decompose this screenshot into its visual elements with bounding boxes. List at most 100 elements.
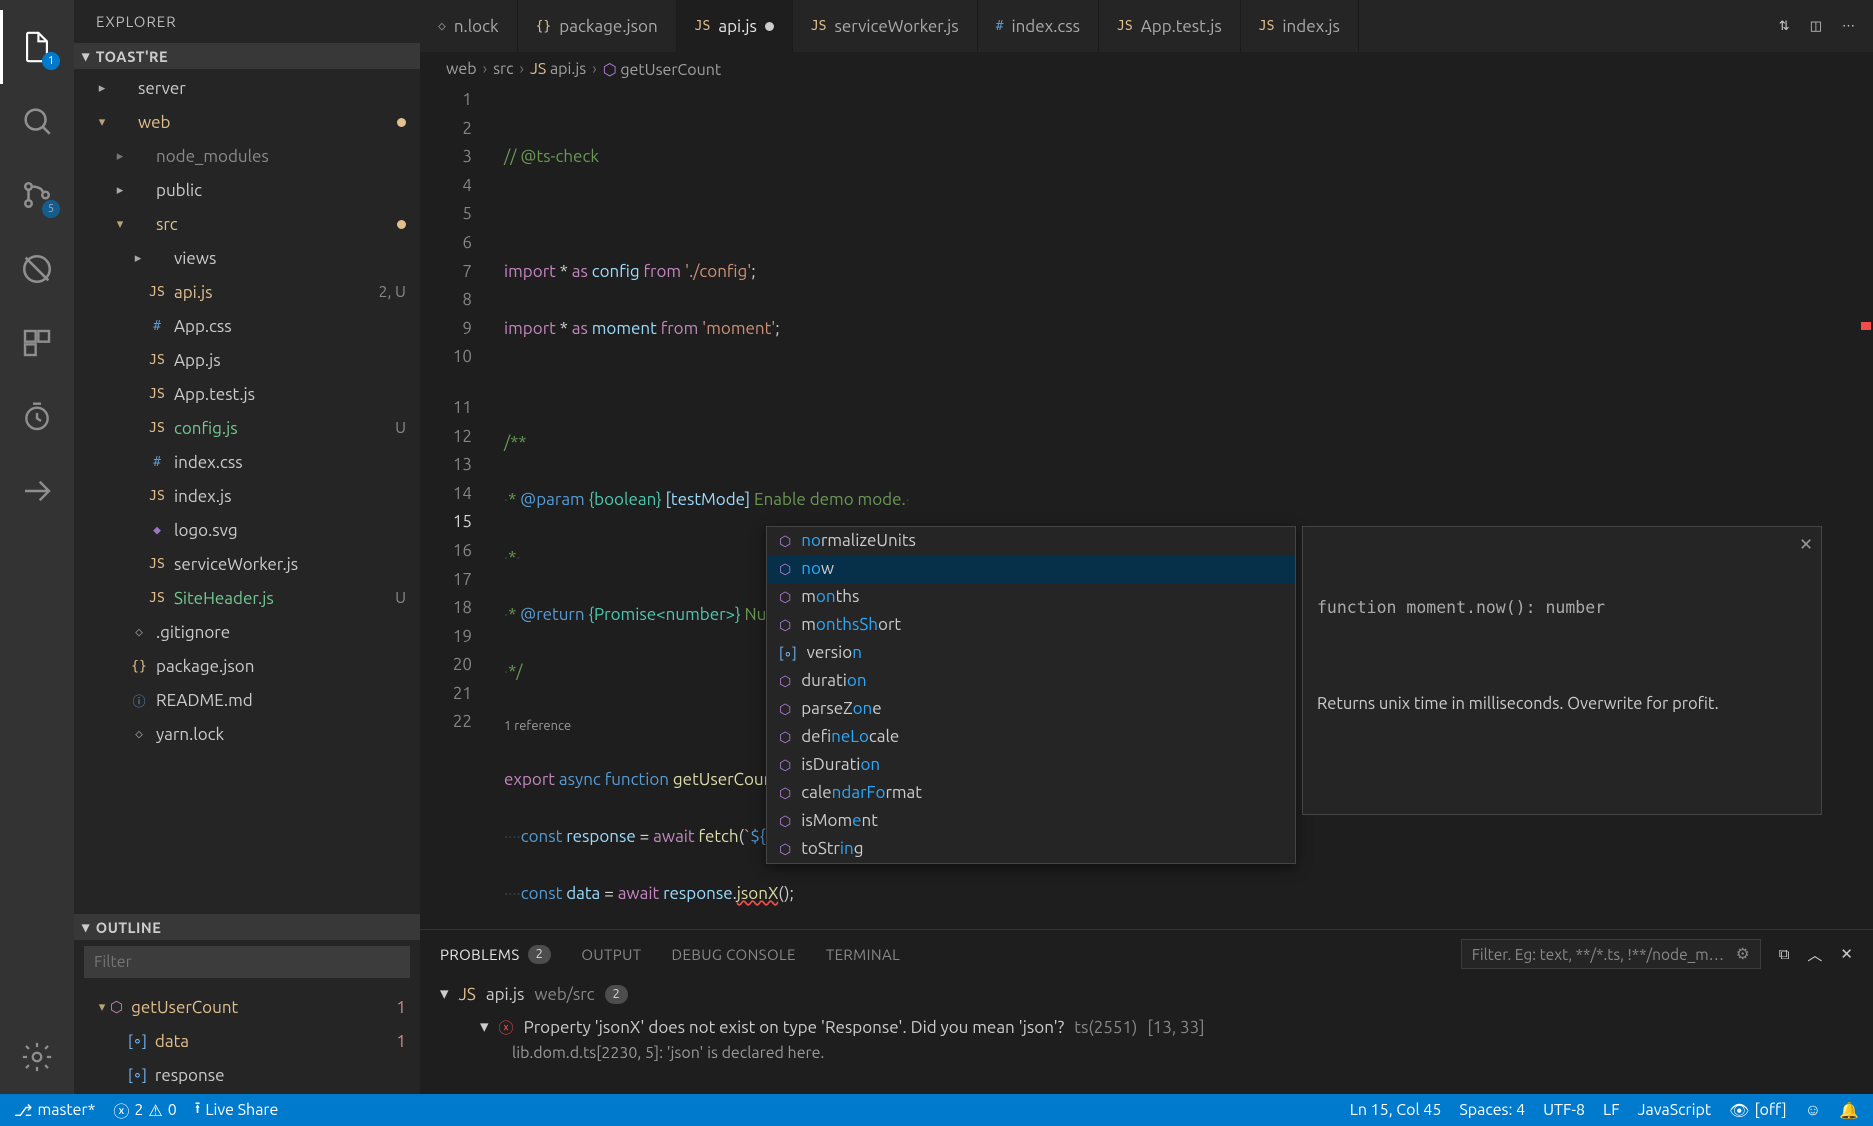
suggest-item-calendarFormat[interactable]: ⬡calendarFormat (767, 779, 1295, 807)
tree-item-web[interactable]: web (74, 105, 420, 139)
tree-item-index-css[interactable]: #index.css (74, 445, 420, 479)
close-icon[interactable]: ✕ (1840, 945, 1853, 963)
status-scope[interactable]: 👁 [off] (1729, 1101, 1787, 1120)
breadcrumb-part[interactable]: web (446, 60, 477, 78)
chevron-up-icon[interactable]: ︿ (1807, 944, 1822, 965)
suggest-item-defineLocale[interactable]: ⬡defineLocale (767, 723, 1295, 751)
breadcrumb[interactable]: web›src›JS api.js›⬡ getUserCount (420, 52, 1873, 86)
tree-item-SiteHeader-js[interactable]: JSSiteHeader.jsU (74, 581, 420, 615)
tree-item-index-js[interactable]: JSindex.js (74, 479, 420, 513)
suggest-item-monthsShort[interactable]: ⬡monthsShort (767, 611, 1295, 639)
tree-item-api-js[interactable]: JSapi.js2, U (74, 275, 420, 309)
panel-tab-output[interactable]: OUTPUT (581, 946, 641, 963)
tab-serviceWorker-js[interactable]: JSserviceWorker.js (793, 0, 978, 52)
panel-tab-problems[interactable]: PROBLEMS 2 (440, 945, 551, 964)
compare-icon[interactable]: ⇅ (1779, 19, 1790, 34)
tree-item-serviceWorker-js[interactable]: JSserviceWorker.js (74, 547, 420, 581)
breadcrumb-part[interactable]: ⬡ getUserCount (603, 60, 721, 79)
tree-item-views[interactable]: views (74, 241, 420, 275)
info-icon: ⓘ (128, 691, 150, 710)
explorer-badge: 1 (42, 52, 60, 70)
method-icon: ⬡ (779, 527, 791, 556)
tree-item-server[interactable]: server (74, 71, 420, 105)
activity-timer[interactable] (0, 380, 74, 454)
status-encoding[interactable]: UTF-8 (1543, 1101, 1585, 1119)
panel: PROBLEMS 2 OUTPUT DEBUG CONSOLE TERMINAL Fi… (420, 929, 1873, 1094)
activity-scm[interactable]: 5 (0, 158, 74, 232)
suggest-item-normalizeUnits[interactable]: ⬡normalizeUnits (767, 527, 1295, 555)
outline-item-data[interactable]: [∘]data1 (74, 1024, 420, 1058)
tab-index-js[interactable]: JSindex.js (1241, 0, 1359, 52)
breadcrumb-part[interactable]: JS api.js (530, 60, 586, 78)
suggest-item-parseZone[interactable]: ⬡parseZone (767, 695, 1295, 723)
tree-item-README-md[interactable]: ⓘREADME.md (74, 683, 420, 717)
panel-filter[interactable]: Filter. Eg: text, **/*.ts, !**/node_m…⚙ (1461, 939, 1761, 969)
breadcrumb-part[interactable]: src (493, 60, 513, 78)
status-bell[interactable]: 🔔 (1839, 1101, 1859, 1120)
problem-related[interactable]: lib.dom.d.ts[2230, 5]: 'json' is declare… (440, 1044, 1853, 1062)
status-feedback[interactable]: ☺ (1805, 1101, 1821, 1120)
status-eol[interactable]: LF (1603, 1101, 1620, 1119)
tree-item-App-css[interactable]: #App.css (74, 309, 420, 343)
tree-item-logo-svg[interactable]: ◆logo.svg (74, 513, 420, 547)
suggest-item-months[interactable]: ⬡months (767, 583, 1295, 611)
status-language[interactable]: JavaScript (1638, 1101, 1712, 1119)
activity-extensions[interactable] (0, 306, 74, 380)
split-icon[interactable]: ◫ (1810, 19, 1822, 34)
outline-item-response[interactable]: [∘]response (74, 1058, 420, 1092)
panel-tab-debug-console[interactable]: DEBUG CONSOLE (672, 946, 796, 963)
status-branch[interactable]: ⎇ master* (14, 1101, 95, 1120)
outline-filter-input[interactable] (84, 946, 410, 978)
tree-item-src[interactable]: src (74, 207, 420, 241)
suggest-item-now[interactable]: ⬡now (767, 555, 1295, 583)
suggest-item-version[interactable]: [∘]version (767, 639, 1295, 667)
tab-n-lock[interactable]: ◇n.lock (420, 0, 518, 52)
js-icon: JS (146, 489, 168, 504)
js-icon: JS (146, 387, 168, 402)
section-header-outline[interactable]: OUTLINE (74, 914, 420, 940)
tree-item-config-js[interactable]: JSconfig.jsU (74, 411, 420, 445)
status-problems[interactable]: ⓧ 2 ⚠ 0 (113, 1098, 176, 1122)
method-icon: ⬡ (779, 835, 791, 864)
tab-App-test-js[interactable]: JSApp.test.js (1099, 0, 1241, 52)
file-tree: serverwebnode_modulespublicsrcviewsJSapi… (74, 69, 420, 753)
tab-package-json[interactable]: {}package.json (518, 0, 677, 52)
tree-item-package-json[interactable]: {}package.json (74, 649, 420, 683)
status-liveshare[interactable]: ⭱ Live Share (195, 1097, 279, 1124)
overview-ruler[interactable] (1857, 86, 1873, 929)
activity-bar: 1 5 (0, 0, 74, 1094)
tree-item-yarn-lock[interactable]: ◇yarn.lock (74, 717, 420, 751)
status-cursor[interactable]: Ln 15, Col 45 (1350, 1101, 1442, 1119)
collapse-icon[interactable]: ⧉ (1779, 945, 1790, 963)
activity-search[interactable] (0, 84, 74, 158)
activity-explorer[interactable]: 1 (0, 10, 74, 84)
suggest-item-toString[interactable]: ⬡toString (767, 835, 1295, 863)
section-header-project[interactable]: TOAST'RE (74, 43, 420, 69)
status-indent[interactable]: Spaces: 4 (1459, 1101, 1525, 1119)
panel-tab-terminal[interactable]: TERMINAL (826, 946, 900, 963)
close-icon[interactable]: ✕ (1799, 531, 1813, 560)
tab-api-js[interactable]: JSapi.js (677, 0, 793, 52)
more-icon[interactable]: ⋯ (1842, 19, 1855, 34)
suggest-item-duration[interactable]: ⬡duration (767, 667, 1295, 695)
tree-item-App-test-js[interactable]: JSApp.test.js (74, 377, 420, 411)
suggest-item-isMoment[interactable]: ⬡isMoment (767, 807, 1295, 835)
suggest-item-isDuration[interactable]: ⬡isDuration (767, 751, 1295, 779)
activity-settings[interactable] (0, 1020, 74, 1094)
tab-index-css[interactable]: #index.css (978, 0, 1099, 52)
method-icon: ⬡ (779, 807, 791, 836)
problem-row[interactable]: ⓧ Property 'jsonX' does not exist on typ… (440, 1010, 1853, 1044)
problem-file[interactable]: JS api.js web/src 2 (440, 978, 1853, 1010)
activity-share[interactable] (0, 454, 74, 528)
js-icon: JS (695, 19, 711, 34)
js-icon: JS (146, 285, 168, 300)
code-area[interactable]: // @ts-check import * as config from './… (492, 86, 1873, 929)
activity-debug[interactable] (0, 232, 74, 306)
tree-item-public[interactable]: public (74, 173, 420, 207)
tree-item-node_modules[interactable]: node_modules (74, 139, 420, 173)
outline-item-getUserCount[interactable]: ⬡getUserCount1 (74, 990, 420, 1024)
var-icon: [∘] (128, 1032, 147, 1050)
tree-item-App-js[interactable]: JSApp.js (74, 343, 420, 377)
tree-item--gitignore[interactable]: ◇.gitignore (74, 615, 420, 649)
editor-tabs: ◇n.lock{}package.jsonJSapi.jsJSserviceWo… (420, 0, 1873, 52)
